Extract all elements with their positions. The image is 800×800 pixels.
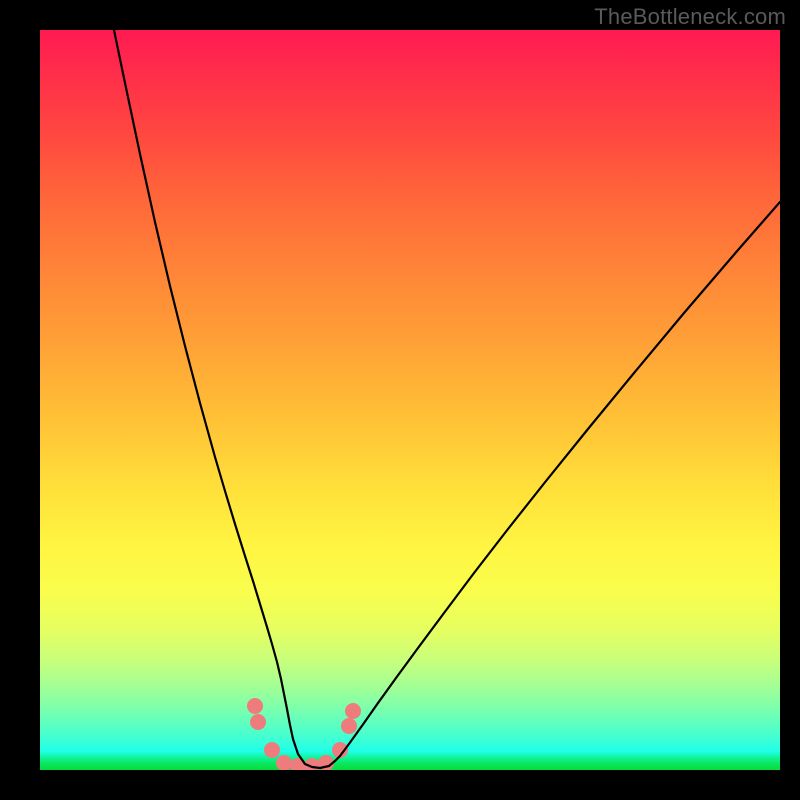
data-markers	[247, 698, 361, 770]
bottleneck-curve	[114, 30, 780, 768]
data-marker	[341, 718, 357, 734]
data-marker	[290, 758, 306, 770]
data-marker	[345, 703, 361, 719]
data-marker	[276, 755, 292, 770]
data-marker	[247, 698, 263, 714]
data-marker	[264, 742, 280, 758]
chart-frame: TheBottleneck.com	[0, 0, 800, 800]
plot-area	[40, 30, 780, 770]
watermark-text: TheBottleneck.com	[594, 4, 786, 30]
curve-layer	[40, 30, 780, 770]
data-marker	[250, 714, 266, 730]
